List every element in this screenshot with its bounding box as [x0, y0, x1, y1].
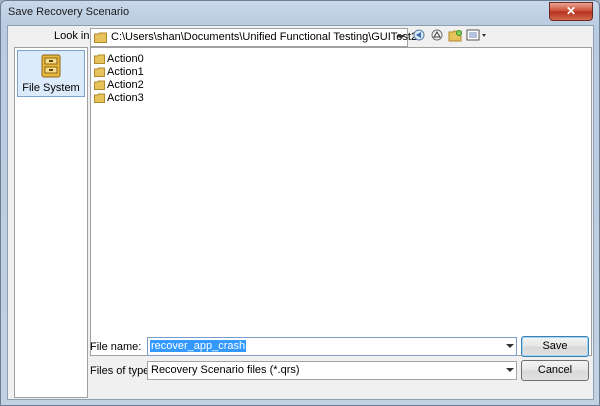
save-dialog: Save Recovery Scenario ✕ Look in C:\User…	[0, 0, 600, 406]
file-list[interactable]: Action0 Action1 Action2 Action3	[90, 47, 592, 356]
title-bar: Save Recovery Scenario ✕	[1, 1, 599, 25]
file-name-label: File name:	[90, 341, 142, 353]
files-of-type-value: Recovery Scenario files (*.qrs)	[151, 364, 300, 376]
file-name: Action0	[107, 53, 144, 65]
place-label: File System	[22, 82, 80, 94]
cancel-button[interactable]: Cancel	[521, 360, 589, 381]
folder-icon	[94, 54, 105, 64]
folder-icon	[94, 93, 105, 103]
up-folder-icon[interactable]	[429, 29, 445, 44]
places-bar: File System	[14, 47, 88, 398]
file-name-value: recover_app_crash	[150, 340, 247, 352]
chevron-down-icon[interactable]	[506, 368, 514, 372]
file-system-icon	[41, 54, 61, 78]
files-of-type-select[interactable]: Recovery Scenario files (*.qrs)	[147, 361, 517, 380]
dialog-body: Look in C:\Users\shan\Documents\Unified …	[7, 25, 594, 400]
look-in-path: C:\Users\shan\Documents\Unified Function…	[111, 31, 418, 43]
folder-icon	[94, 67, 105, 77]
look-in-label: Look in	[54, 30, 90, 42]
file-name-input[interactable]: recover_app_crash	[147, 337, 517, 356]
file-name: Action3	[107, 92, 144, 104]
look-in-combo[interactable]: C:\Users\shan\Documents\Unified Function…	[90, 28, 417, 47]
folder-icon	[94, 32, 107, 43]
chevron-down-icon[interactable]	[397, 35, 405, 39]
save-button[interactable]: Save	[521, 336, 589, 357]
folder-icon	[94, 80, 105, 90]
file-name: Action2	[107, 79, 144, 91]
chevron-down-icon[interactable]	[506, 344, 514, 348]
back-icon[interactable]	[411, 29, 427, 44]
files-of-type-label: Files of type:	[90, 365, 153, 377]
close-button[interactable]: ✕	[549, 2, 593, 21]
new-folder-icon[interactable]	[447, 29, 463, 44]
view-menu-icon[interactable]	[465, 29, 489, 44]
window-title: Save Recovery Scenario	[8, 6, 130, 18]
place-file-system[interactable]: File System	[17, 50, 85, 97]
file-name: Action1	[107, 66, 144, 78]
